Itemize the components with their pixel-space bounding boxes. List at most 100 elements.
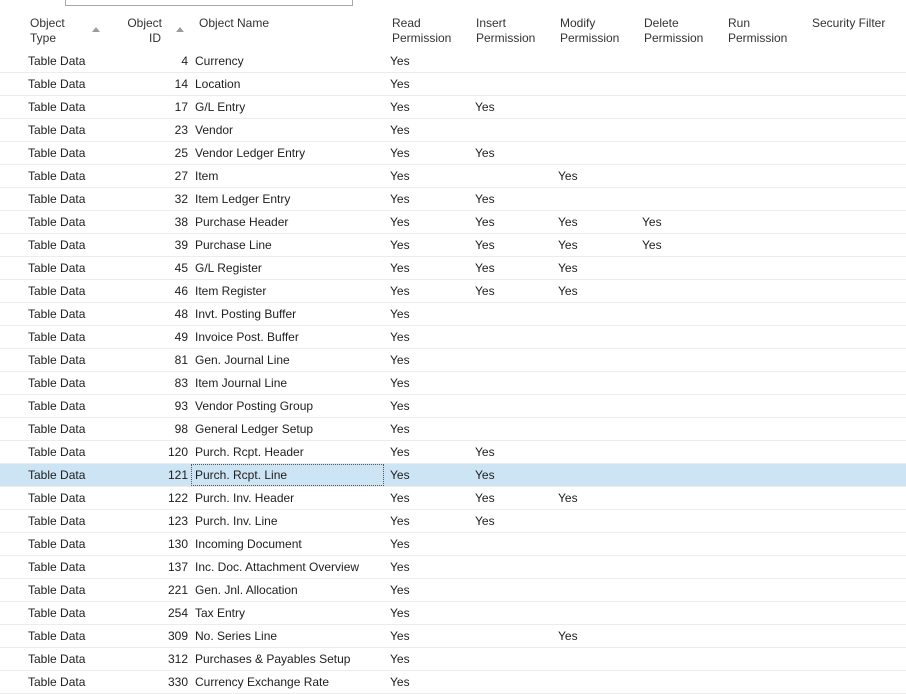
table-row[interactable]: Table Data 121 Purch. Rcpt. Line Yes Yes: [0, 464, 906, 487]
object-id-cell[interactable]: 17: [110, 96, 188, 118]
object-type-cell[interactable]: Table Data: [28, 487, 85, 509]
object-type-cell[interactable]: Table Data: [28, 303, 85, 325]
object-id-cell[interactable]: 309: [110, 625, 188, 647]
object-id-cell[interactable]: 46: [110, 280, 188, 302]
read-permission-cell[interactable]: Yes: [390, 671, 410, 693]
insert-permission-cell[interactable]: Yes: [475, 211, 495, 233]
read-permission-cell[interactable]: Yes: [390, 96, 410, 118]
table-row[interactable]: Table Data 23 Vendor Yes: [0, 119, 906, 142]
insert-permission-cell[interactable]: Yes: [475, 441, 495, 463]
read-permission-cell[interactable]: Yes: [390, 510, 410, 532]
insert-permission-cell[interactable]: Yes: [475, 510, 495, 532]
table-row[interactable]: Table Data 330 Currency Exchange Rate Yes: [0, 671, 906, 694]
object-name-cell[interactable]: Purchase Header: [191, 211, 384, 233]
object-name-cell[interactable]: Location: [191, 73, 384, 95]
modify-permission-cell[interactable]: Yes: [558, 165, 578, 187]
sort-ascending-icon[interactable]: [92, 27, 100, 32]
object-name-cell[interactable]: Item Journal Line: [191, 372, 384, 394]
object-name-cell[interactable]: Purch. Rcpt. Line: [191, 464, 384, 486]
table-row[interactable]: Table Data 309 No. Series Line Yes Yes: [0, 625, 906, 648]
read-permission-cell[interactable]: Yes: [390, 326, 410, 348]
object-type-cell[interactable]: Table Data: [28, 96, 85, 118]
read-permission-cell[interactable]: Yes: [390, 372, 410, 394]
table-row[interactable]: Table Data 221 Gen. Jnl. Allocation Yes: [0, 579, 906, 602]
object-type-cell[interactable]: Table Data: [28, 395, 85, 417]
object-id-cell[interactable]: 48: [110, 303, 188, 325]
read-permission-cell[interactable]: Yes: [390, 280, 410, 302]
object-name-cell[interactable]: Item Ledger Entry: [191, 188, 384, 210]
column-header-security-filter[interactable]: Security Filter: [812, 16, 885, 31]
object-id-cell[interactable]: 330: [110, 671, 188, 693]
object-type-cell[interactable]: Table Data: [28, 441, 85, 463]
table-row[interactable]: Table Data 123 Purch. Inv. Line Yes Yes: [0, 510, 906, 533]
object-type-cell[interactable]: Table Data: [28, 188, 85, 210]
insert-permission-cell[interactable]: Yes: [475, 487, 495, 509]
object-name-cell[interactable]: Vendor Posting Group: [191, 395, 384, 417]
table-row[interactable]: Table Data 45 G/L Register Yes Yes Yes: [0, 257, 906, 280]
object-name-cell[interactable]: Currency: [191, 50, 384, 72]
object-name-cell[interactable]: Item Register: [191, 280, 384, 302]
read-permission-cell[interactable]: Yes: [390, 602, 410, 624]
read-permission-cell[interactable]: Yes: [390, 533, 410, 555]
sort-ascending-icon[interactable]: [176, 27, 184, 32]
object-type-cell[interactable]: Table Data: [28, 50, 85, 72]
object-name-cell[interactable]: Invoice Post. Buffer: [191, 326, 384, 348]
column-header-object-type[interactable]: Object Type: [30, 16, 65, 46]
read-permission-cell[interactable]: Yes: [390, 73, 410, 95]
column-header-modify-permission[interactable]: Modify Permission: [560, 16, 619, 46]
read-permission-cell[interactable]: Yes: [390, 648, 410, 670]
object-type-cell[interactable]: Table Data: [28, 533, 85, 555]
object-id-cell[interactable]: 98: [110, 418, 188, 440]
object-id-cell[interactable]: 93: [110, 395, 188, 417]
object-type-cell[interactable]: Table Data: [28, 73, 85, 95]
read-permission-cell[interactable]: Yes: [390, 395, 410, 417]
table-row[interactable]: Table Data 14 Location Yes: [0, 73, 906, 96]
read-permission-cell[interactable]: Yes: [390, 441, 410, 463]
object-name-cell[interactable]: Vendor: [191, 119, 384, 141]
object-name-cell[interactable]: Gen. Journal Line: [191, 349, 384, 371]
object-id-cell[interactable]: 4: [110, 50, 188, 72]
read-permission-cell[interactable]: Yes: [390, 349, 410, 371]
table-row[interactable]: Table Data 39 Purchase Line Yes Yes Yes Yes: [0, 234, 906, 257]
object-type-cell[interactable]: Table Data: [28, 142, 85, 164]
object-type-cell[interactable]: Table Data: [28, 372, 85, 394]
object-name-cell[interactable]: Purch. Inv. Header: [191, 487, 384, 509]
table-row[interactable]: Table Data 32 Item Ledger Entry Yes Yes: [0, 188, 906, 211]
object-type-cell[interactable]: Table Data: [28, 326, 85, 348]
object-name-cell[interactable]: Tax Entry: [191, 602, 384, 624]
read-permission-cell[interactable]: Yes: [390, 50, 410, 72]
object-id-cell[interactable]: 137: [110, 556, 188, 578]
object-id-cell[interactable]: 38: [110, 211, 188, 233]
read-permission-cell[interactable]: Yes: [390, 188, 410, 210]
table-row[interactable]: Table Data 46 Item Register Yes Yes Yes: [0, 280, 906, 303]
object-type-cell[interactable]: Table Data: [28, 556, 85, 578]
object-type-cell[interactable]: Table Data: [28, 418, 85, 440]
insert-permission-cell[interactable]: Yes: [475, 257, 495, 279]
object-type-cell[interactable]: Table Data: [28, 349, 85, 371]
table-row[interactable]: Table Data 83 Item Journal Line Yes: [0, 372, 906, 395]
object-name-cell[interactable]: G/L Entry: [191, 96, 384, 118]
table-row[interactable]: Table Data 81 Gen. Journal Line Yes: [0, 349, 906, 372]
object-id-cell[interactable]: 254: [110, 602, 188, 624]
object-type-cell[interactable]: Table Data: [28, 648, 85, 670]
read-permission-cell[interactable]: Yes: [390, 625, 410, 647]
insert-permission-cell[interactable]: Yes: [475, 234, 495, 256]
object-id-cell[interactable]: 39: [110, 234, 188, 256]
modify-permission-cell[interactable]: Yes: [558, 280, 578, 302]
object-name-cell[interactable]: Incoming Document: [191, 533, 384, 555]
delete-permission-cell[interactable]: Yes: [642, 211, 662, 233]
column-header-run-permission[interactable]: Run Permission: [728, 16, 787, 46]
read-permission-cell[interactable]: Yes: [390, 464, 410, 486]
read-permission-cell[interactable]: Yes: [390, 119, 410, 141]
modify-permission-cell[interactable]: Yes: [558, 234, 578, 256]
object-type-cell[interactable]: Table Data: [28, 234, 85, 256]
table-row[interactable]: Table Data 49 Invoice Post. Buffer Yes: [0, 326, 906, 349]
object-id-cell[interactable]: 32: [110, 188, 188, 210]
object-id-cell[interactable]: 121: [110, 464, 188, 486]
table-row[interactable]: Table Data 122 Purch. Inv. Header Yes Yes Yes: [0, 487, 906, 510]
object-id-cell[interactable]: 81: [110, 349, 188, 371]
object-type-cell[interactable]: Table Data: [28, 211, 85, 233]
table-row[interactable]: Table Data 27 Item Yes Yes: [0, 165, 906, 188]
table-row[interactable]: Table Data 312 Purchases & Payables Setup Y…: [0, 648, 906, 671]
object-type-cell[interactable]: Table Data: [28, 602, 85, 624]
